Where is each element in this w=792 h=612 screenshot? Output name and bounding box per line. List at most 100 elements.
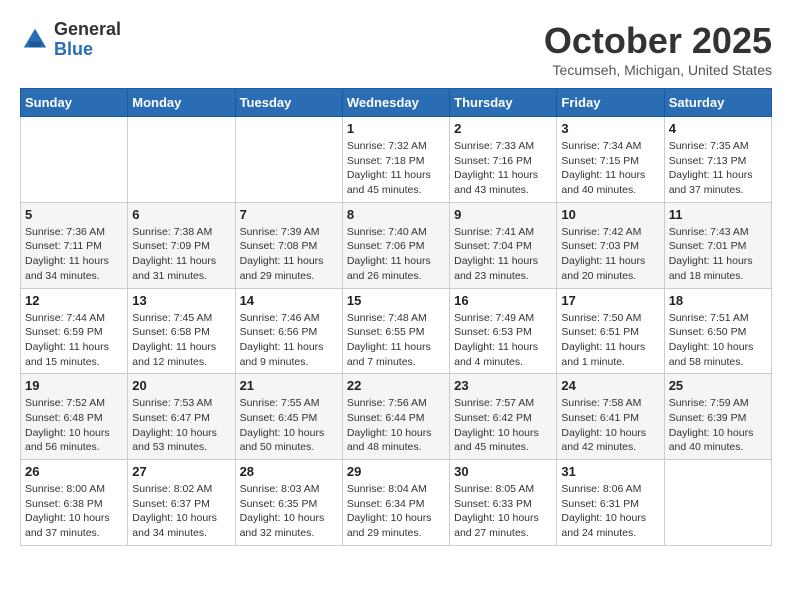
day-info: Sunrise: 8:04 AMSunset: 6:34 PMDaylight:… bbox=[347, 482, 445, 541]
calendar-day-cell: 7 Sunrise: 7:39 AMSunset: 7:08 PMDaylight… bbox=[235, 202, 342, 288]
calendar-day-cell bbox=[235, 117, 342, 203]
calendar-day-cell: 14Sunrise: 7:46 AMSunset: 6:56 PMDayligh… bbox=[235, 288, 342, 374]
day-info: Sunrise: 7:36 AMSunset: 7:11 PMDaylight:… bbox=[25, 225, 123, 284]
day-number: 24 bbox=[561, 378, 659, 393]
location-text: Tecumseh, Michigan, United States bbox=[544, 62, 772, 78]
day-number: 9 bbox=[454, 207, 552, 222]
calendar-day-cell: 12 Sunrise: 7:44 AMSunset: 6:59 PMDayligh… bbox=[21, 288, 128, 374]
calendar-day-cell: 8 Sunrise: 7:40 AMSunset: 7:06 PMDaylight… bbox=[342, 202, 449, 288]
day-number: 11 bbox=[669, 207, 767, 222]
day-number: 30 bbox=[454, 464, 552, 479]
day-info: Sunrise: 7:53 AMSunset: 6:47 PMDaylight:… bbox=[132, 396, 230, 455]
calendar-week-row: 26 Sunrise: 8:00 AMSunset: 6:38 PMDayligh… bbox=[21, 460, 772, 546]
day-info: Sunrise: 7:40 AMSunset: 7:06 PMDaylight:… bbox=[347, 225, 445, 284]
day-info: Sunrise: 7:48 AMSunset: 6:55 PMDaylight:… bbox=[347, 311, 445, 370]
logo-general-text: General bbox=[54, 20, 121, 40]
calendar-day-cell: 10Sunrise: 7:42 AMSunset: 7:03 PMDayligh… bbox=[557, 202, 664, 288]
day-info: Sunrise: 7:55 AMSunset: 6:45 PMDaylight:… bbox=[240, 396, 338, 455]
day-info: Sunrise: 7:49 AMSunset: 6:53 PMDaylight:… bbox=[454, 311, 552, 370]
calendar-week-row: 12 Sunrise: 7:44 AMSunset: 6:59 PMDayligh… bbox=[21, 288, 772, 374]
day-number: 2 bbox=[454, 121, 552, 136]
calendar-week-row: 5 Sunrise: 7:36 AMSunset: 7:11 PMDaylight… bbox=[21, 202, 772, 288]
weekday-header: Sunday bbox=[21, 89, 128, 117]
day-number: 17 bbox=[561, 293, 659, 308]
day-info: Sunrise: 7:50 AMSunset: 6:51 PMDaylight:… bbox=[561, 311, 659, 370]
calendar-day-cell: 27Sunrise: 8:02 AMSunset: 6:37 PMDayligh… bbox=[128, 460, 235, 546]
day-number: 25 bbox=[669, 378, 767, 393]
day-number: 16 bbox=[454, 293, 552, 308]
calendar-week-row: 1Sunrise: 7:32 AMSunset: 7:18 PMDaylight… bbox=[21, 117, 772, 203]
day-number: 14 bbox=[240, 293, 338, 308]
calendar-day-cell bbox=[21, 117, 128, 203]
day-info: Sunrise: 7:33 AMSunset: 7:16 PMDaylight:… bbox=[454, 139, 552, 198]
weekday-header: Wednesday bbox=[342, 89, 449, 117]
day-info: Sunrise: 7:39 AMSunset: 7:08 PMDaylight:… bbox=[240, 225, 338, 284]
page-header: General Blue October 2025 Tecumseh, Mich… bbox=[20, 20, 772, 78]
day-number: 20 bbox=[132, 378, 230, 393]
day-number: 18 bbox=[669, 293, 767, 308]
calendar-day-cell bbox=[128, 117, 235, 203]
logo-icon bbox=[20, 25, 50, 55]
calendar-day-cell: 6 Sunrise: 7:38 AMSunset: 7:09 PMDaylight… bbox=[128, 202, 235, 288]
day-number: 21 bbox=[240, 378, 338, 393]
day-info: Sunrise: 7:51 AMSunset: 6:50 PMDaylight:… bbox=[669, 311, 767, 370]
day-number: 10 bbox=[561, 207, 659, 222]
day-info: Sunrise: 7:59 AMSunset: 6:39 PMDaylight:… bbox=[669, 396, 767, 455]
weekday-header-row: SundayMondayTuesdayWednesdayThursdayFrid… bbox=[21, 89, 772, 117]
day-info: Sunrise: 7:45 AMSunset: 6:58 PMDaylight:… bbox=[132, 311, 230, 370]
calendar-day-cell: 2 Sunrise: 7:33 AMSunset: 7:16 PMDaylight… bbox=[450, 117, 557, 203]
day-info: Sunrise: 8:06 AMSunset: 6:31 PMDaylight:… bbox=[561, 482, 659, 541]
calendar-day-cell: 26 Sunrise: 8:00 AMSunset: 6:38 PMDayligh… bbox=[21, 460, 128, 546]
weekday-header: Monday bbox=[128, 89, 235, 117]
day-info: Sunrise: 8:05 AMSunset: 6:33 PMDaylight:… bbox=[454, 482, 552, 541]
day-number: 12 bbox=[25, 293, 123, 308]
calendar-day-cell: 1Sunrise: 7:32 AMSunset: 7:18 PMDaylight… bbox=[342, 117, 449, 203]
calendar-day-cell: 28Sunrise: 8:03 AMSunset: 6:35 PMDayligh… bbox=[235, 460, 342, 546]
calendar-day-cell: 5 Sunrise: 7:36 AMSunset: 7:11 PMDaylight… bbox=[21, 202, 128, 288]
day-info: Sunrise: 7:32 AMSunset: 7:18 PMDaylight:… bbox=[347, 139, 445, 198]
day-number: 4 bbox=[669, 121, 767, 136]
day-info: Sunrise: 7:35 AMSunset: 7:13 PMDaylight:… bbox=[669, 139, 767, 198]
day-info: Sunrise: 7:41 AMSunset: 7:04 PMDaylight:… bbox=[454, 225, 552, 284]
day-number: 28 bbox=[240, 464, 338, 479]
day-number: 8 bbox=[347, 207, 445, 222]
day-info: Sunrise: 7:44 AMSunset: 6:59 PMDaylight:… bbox=[25, 311, 123, 370]
calendar-day-cell: 29 Sunrise: 8:04 AMSunset: 6:34 PMDayligh… bbox=[342, 460, 449, 546]
title-block: October 2025 Tecumseh, Michigan, United … bbox=[544, 20, 772, 78]
day-info: Sunrise: 7:57 AMSunset: 6:42 PMDaylight:… bbox=[454, 396, 552, 455]
calendar-day-cell: 24Sunrise: 7:58 AMSunset: 6:41 PMDayligh… bbox=[557, 374, 664, 460]
day-number: 13 bbox=[132, 293, 230, 308]
day-info: Sunrise: 7:38 AMSunset: 7:09 PMDaylight:… bbox=[132, 225, 230, 284]
day-number: 7 bbox=[240, 207, 338, 222]
calendar-week-row: 19 Sunrise: 7:52 AMSunset: 6:48 PMDayligh… bbox=[21, 374, 772, 460]
calendar-day-cell: 19 Sunrise: 7:52 AMSunset: 6:48 PMDayligh… bbox=[21, 374, 128, 460]
day-number: 22 bbox=[347, 378, 445, 393]
calendar-day-cell: 20 Sunrise: 7:53 AMSunset: 6:47 PMDayligh… bbox=[128, 374, 235, 460]
calendar-day-cell: 4 Sunrise: 7:35 AMSunset: 7:13 PMDaylight… bbox=[664, 117, 771, 203]
logo: General Blue bbox=[20, 20, 121, 60]
calendar-day-cell bbox=[664, 460, 771, 546]
day-info: Sunrise: 7:52 AMSunset: 6:48 PMDaylight:… bbox=[25, 396, 123, 455]
day-number: 23 bbox=[454, 378, 552, 393]
calendar-day-cell: 9 Sunrise: 7:41 AMSunset: 7:04 PMDaylight… bbox=[450, 202, 557, 288]
day-number: 31 bbox=[561, 464, 659, 479]
calendar-day-cell: 17 Sunrise: 7:50 AMSunset: 6:51 PMDayligh… bbox=[557, 288, 664, 374]
day-number: 6 bbox=[132, 207, 230, 222]
day-number: 19 bbox=[25, 378, 123, 393]
calendar-day-cell: 11 Sunrise: 7:43 AMSunset: 7:01 PMDayligh… bbox=[664, 202, 771, 288]
day-number: 26 bbox=[25, 464, 123, 479]
calendar-day-cell: 22Sunrise: 7:56 AMSunset: 6:44 PMDayligh… bbox=[342, 374, 449, 460]
day-info: Sunrise: 7:43 AMSunset: 7:01 PMDaylight:… bbox=[669, 225, 767, 284]
day-number: 3 bbox=[561, 121, 659, 136]
day-number: 15 bbox=[347, 293, 445, 308]
weekday-header: Saturday bbox=[664, 89, 771, 117]
calendar-day-cell: 3Sunrise: 7:34 AMSunset: 7:15 PMDaylight… bbox=[557, 117, 664, 203]
day-number: 29 bbox=[347, 464, 445, 479]
calendar-day-cell: 16 Sunrise: 7:49 AMSunset: 6:53 PMDayligh… bbox=[450, 288, 557, 374]
day-info: Sunrise: 8:00 AMSunset: 6:38 PMDaylight:… bbox=[25, 482, 123, 541]
calendar-table: SundayMondayTuesdayWednesdayThursdayFrid… bbox=[20, 88, 772, 546]
weekday-header: Friday bbox=[557, 89, 664, 117]
calendar-day-cell: 25 Sunrise: 7:59 AMSunset: 6:39 PMDayligh… bbox=[664, 374, 771, 460]
calendar-day-cell: 30 Sunrise: 8:05 AMSunset: 6:33 PMDayligh… bbox=[450, 460, 557, 546]
day-number: 5 bbox=[25, 207, 123, 222]
